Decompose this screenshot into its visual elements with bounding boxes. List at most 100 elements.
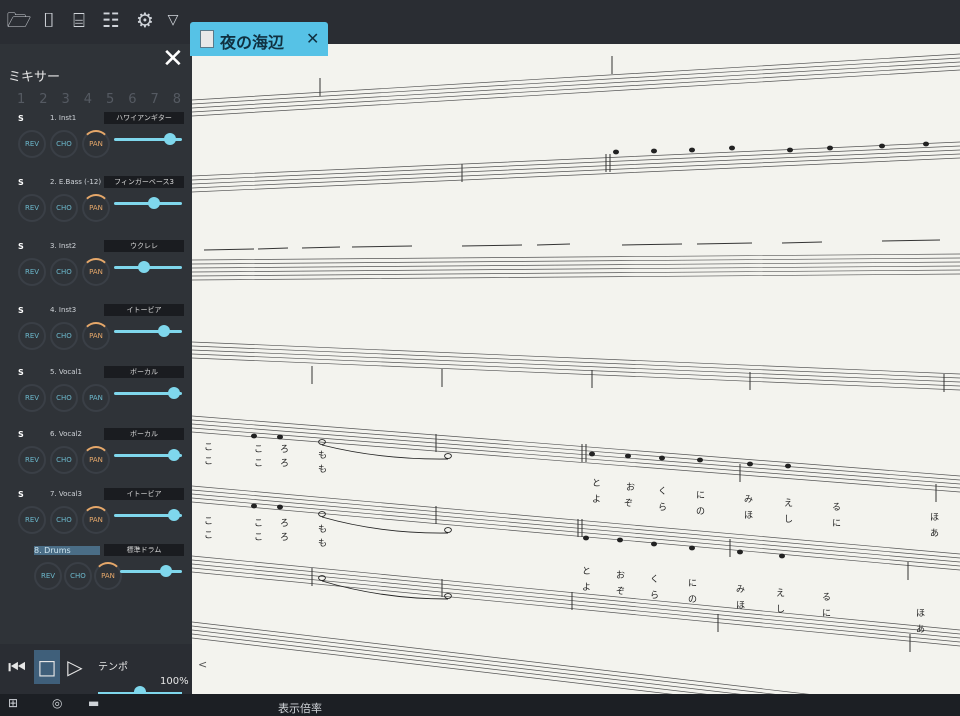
lyric: ほ xyxy=(916,609,926,619)
slider-handle[interactable] xyxy=(164,133,176,145)
instrument-select[interactable]: ボーカル xyxy=(104,428,184,440)
mixer-page-tab[interactable]: 7 xyxy=(144,92,166,110)
mixer-page-tab[interactable]: 1 xyxy=(10,92,32,110)
track-name: 3. Inst2 xyxy=(50,242,77,250)
pan-knob[interactable]: PAN xyxy=(82,446,110,474)
play-icon[interactable]: ▷ xyxy=(62,650,88,684)
mixer-page-tabs: 1 2 3 4 5 6 7 8 xyxy=(10,92,188,110)
chorus-knob[interactable]: CHO xyxy=(50,506,78,534)
folder-open-icon[interactable]: 🗁 xyxy=(6,6,32,34)
solo-button[interactable]: S xyxy=(18,178,24,187)
reverb-knob[interactable]: REV xyxy=(18,384,46,412)
volume-slider[interactable] xyxy=(114,509,182,521)
lyric: ほ xyxy=(930,513,940,523)
instrument-select[interactable]: ボーカル xyxy=(104,366,184,378)
volume-slider[interactable] xyxy=(114,325,182,337)
lyric: こ xyxy=(254,459,264,469)
mixer-page-tab[interactable]: 8 xyxy=(166,92,188,110)
pan-knob[interactable]: PAN xyxy=(82,130,110,158)
chorus-knob[interactable]: CHO xyxy=(50,130,78,158)
browser-icon[interactable]: ◎ xyxy=(52,696,62,710)
save-icon[interactable]: ⌷ xyxy=(36,6,62,34)
mixer-page-tab[interactable]: 2 xyxy=(32,92,54,110)
solo-button[interactable]: S xyxy=(18,306,24,315)
slider-handle[interactable] xyxy=(158,325,170,337)
instrument-select[interactable]: ウクレレ xyxy=(104,240,184,252)
instrument-select[interactable]: イトービア xyxy=(104,488,184,500)
mixer-title: ミキサー xyxy=(8,70,61,85)
pan-knob[interactable]: PAN xyxy=(82,194,110,222)
instrument-select[interactable]: 標準ドラム xyxy=(104,544,184,556)
pan-knob[interactable]: PAN xyxy=(82,506,110,534)
slider-handle[interactable] xyxy=(168,509,180,521)
mixer-track: S 1. Inst1 ハワイアンギター REV CHO PAN xyxy=(14,112,190,174)
slider-handle[interactable] xyxy=(168,387,180,399)
instrument-select[interactable]: イトービア xyxy=(104,304,184,316)
chorus-knob[interactable]: CHO xyxy=(50,384,78,412)
volume-slider[interactable] xyxy=(114,261,182,273)
reverb-knob[interactable]: REV xyxy=(18,130,46,158)
reverb-knob[interactable]: REV xyxy=(18,446,46,474)
pan-knob[interactable]: PAN xyxy=(94,562,122,590)
solo-button[interactable]: S xyxy=(18,490,24,499)
solo-button[interactable]: S xyxy=(18,368,24,377)
instrument-select[interactable]: ハワイアンギター xyxy=(104,112,184,124)
volume-slider[interactable] xyxy=(120,565,182,577)
reverb-knob[interactable]: REV xyxy=(18,194,46,222)
mixer-page-tab[interactable]: 4 xyxy=(77,92,99,110)
chorus-knob[interactable]: CHO xyxy=(50,446,78,474)
track-name: 7. Vocal3 xyxy=(50,490,82,498)
reverb-knob[interactable]: REV xyxy=(18,258,46,286)
lyric: え xyxy=(784,499,794,509)
lyric: に xyxy=(688,579,698,589)
solo-button[interactable]: S xyxy=(18,114,24,123)
track-name: 6. Vocal2 xyxy=(50,430,82,438)
chorus-knob[interactable]: CHO xyxy=(50,258,78,286)
mixer-page-tab[interactable]: 5 xyxy=(99,92,121,110)
close-icon[interactable]: ✕ xyxy=(162,44,184,74)
track-name: 2. E.Bass (-12) xyxy=(50,178,102,186)
mixer-page-tab[interactable]: 3 xyxy=(55,92,77,110)
reverb-knob[interactable]: REV xyxy=(18,322,46,350)
lyric: お xyxy=(616,571,626,581)
lyric: く xyxy=(658,487,668,497)
mixer-page-tab[interactable]: 6 xyxy=(121,92,143,110)
pan-knob[interactable]: PAN xyxy=(82,322,110,350)
chorus-knob[interactable]: CHO xyxy=(50,194,78,222)
lyric: こ xyxy=(204,457,214,467)
reverb-knob[interactable]: REV xyxy=(34,562,62,590)
dropdown-icon[interactable]: ▽ xyxy=(160,6,186,34)
close-icon[interactable]: ✕ xyxy=(306,29,319,48)
pan-knob[interactable]: PAN xyxy=(82,258,110,286)
chorus-knob[interactable]: CHO xyxy=(50,322,78,350)
stop-icon[interactable]: □ xyxy=(34,650,60,684)
volume-slider[interactable] xyxy=(114,197,182,209)
volume-slider[interactable] xyxy=(114,387,182,399)
rewind-to-start-icon[interactable]: ⏮ xyxy=(4,650,30,684)
pan-knob[interactable]: PAN xyxy=(82,384,110,412)
slider-handle[interactable] xyxy=(168,449,180,461)
mixer-panel: ミキサー ✕ 1 2 3 4 5 6 7 8 S 1. Inst1 ハワイアンギ… xyxy=(0,44,194,644)
folder-icon[interactable]: ▬ xyxy=(88,696,99,710)
solo-button[interactable]: S xyxy=(18,430,24,439)
scroll-left-icon[interactable]: < xyxy=(198,658,207,671)
tab-score[interactable]: 夜の海辺 ✕ xyxy=(190,22,328,56)
slider-handle[interactable] xyxy=(160,565,172,577)
track-name: 8. Drums xyxy=(34,546,100,555)
reverb-knob[interactable]: REV xyxy=(18,506,46,534)
slider-handle[interactable] xyxy=(148,197,160,209)
windows-start-icon[interactable]: ⊞ xyxy=(8,696,18,710)
save-as-icon[interactable]: ⌸ xyxy=(66,6,92,34)
solo-button[interactable]: S xyxy=(18,242,24,251)
slider-handle[interactable] xyxy=(138,261,150,273)
score-area[interactable]: こ こ ろ も こ こ ろ も と お く に み え る よ ぞ ら の ほ … xyxy=(192,44,960,694)
settings-check-icon[interactable]: ⚙ xyxy=(132,6,158,34)
document-icon[interactable]: ☷ xyxy=(98,6,124,34)
lyric: こ xyxy=(254,533,264,543)
instrument-select[interactable]: フィンガーベース3 xyxy=(104,176,184,188)
volume-slider[interactable] xyxy=(114,449,182,461)
lyric: あ xyxy=(930,529,940,539)
chorus-knob[interactable]: CHO xyxy=(64,562,92,590)
volume-slider[interactable] xyxy=(114,133,182,145)
lyric: ろ xyxy=(280,519,290,529)
